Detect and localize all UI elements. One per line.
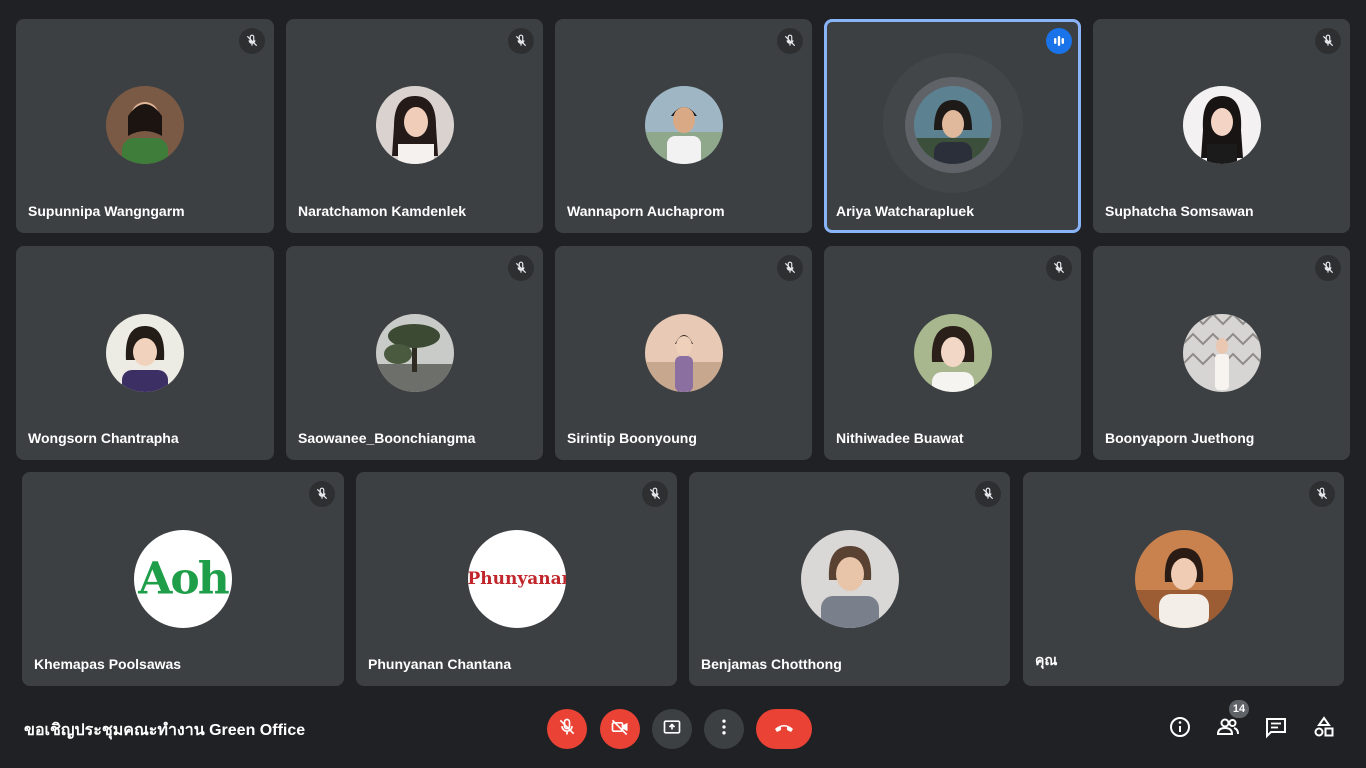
- mic-muted-icon: [975, 481, 1001, 507]
- activities-button[interactable]: [1308, 713, 1340, 745]
- mic-muted-icon: [508, 255, 534, 281]
- mic-muted-icon: [1315, 255, 1341, 281]
- present-screen-icon: [662, 717, 682, 742]
- participant-tile-active-speaker[interactable]: Ariya Watcharapluek: [824, 19, 1081, 233]
- avatar: [913, 86, 992, 164]
- avatar: [1134, 530, 1233, 628]
- end-call-button[interactable]: [756, 709, 812, 749]
- mic-muted-icon: [642, 481, 668, 507]
- participant-name: Naratchamon Kamdenlek: [298, 203, 467, 219]
- mic-muted-icon: [508, 28, 534, 54]
- present-screen-button[interactable]: [652, 709, 692, 749]
- mic-muted-icon: [777, 255, 803, 281]
- avatar: Phunyanan: [467, 530, 566, 628]
- participant-tile[interactable]: Wongsorn Chantrapha: [16, 246, 274, 460]
- participant-name: Ariya Watcharapluek: [836, 203, 974, 219]
- participant-name: Benjamas Chotthong: [701, 656, 842, 672]
- participant-name: Khemapas Poolsawas: [34, 656, 182, 672]
- participant-name: Phunyanan Chantana: [368, 656, 512, 672]
- speaking-indicator-icon: [1046, 28, 1072, 54]
- mic-muted-icon: [309, 481, 335, 507]
- participant-tile[interactable]: Nithiwadee Buawat: [824, 246, 1081, 460]
- mic-muted-icon: [1309, 481, 1335, 507]
- meeting-title: ขอเชิญประชุมคณะทำงาน Green Office: [24, 722, 306, 739]
- participant-tile[interactable]: Suphatcha Somsawan: [1093, 19, 1350, 233]
- avatar: [106, 86, 184, 164]
- participant-name: Supunnipa Wangngarm: [28, 203, 185, 219]
- avatar: Aoh: [134, 530, 232, 628]
- participant-name: Saowanee_Boonchiangma: [298, 430, 476, 446]
- more-options-icon: [714, 717, 734, 742]
- mic-muted-icon: [1315, 28, 1341, 54]
- participant-name: Wannaporn Auchaprom: [567, 203, 725, 219]
- mic-muted-icon: [239, 28, 265, 54]
- mic-toggle-button[interactable]: [547, 709, 587, 749]
- participant-name: คุณ: [1035, 652, 1058, 668]
- avatar: [1182, 314, 1261, 392]
- participant-tile[interactable]: Supunnipa Wangngarm: [16, 19, 274, 233]
- meeting-details-button[interactable]: [1164, 713, 1196, 745]
- avatar: [913, 314, 992, 392]
- info-icon: [1168, 715, 1192, 744]
- participant-name: Suphatcha Somsawan: [1105, 203, 1254, 219]
- chat-icon: [1264, 715, 1288, 744]
- participant-tile-self[interactable]: คุณ: [1023, 472, 1344, 686]
- chat-button[interactable]: [1260, 713, 1292, 745]
- participant-tile[interactable]: Aoh Khemapas Poolsawas: [22, 472, 344, 686]
- participant-tile[interactable]: Benjamas Chotthong: [689, 472, 1010, 686]
- participant-tile[interactable]: Saowanee_Boonchiangma: [286, 246, 543, 460]
- participant-name: Wongsorn Chantrapha: [28, 430, 179, 446]
- participant-tile[interactable]: Boonyaporn Juethong: [1093, 246, 1350, 460]
- avatar: [106, 314, 184, 392]
- mic-muted-icon: [1046, 255, 1072, 281]
- avatar: [644, 314, 723, 392]
- people-icon: [1216, 715, 1240, 744]
- avatar: [1182, 86, 1261, 164]
- activities-icon: [1312, 715, 1336, 744]
- avatar: [375, 86, 454, 164]
- participant-name: Boonyaporn Juethong: [1105, 430, 1255, 446]
- more-options-button[interactable]: [704, 709, 744, 749]
- avatar: [800, 530, 899, 628]
- mic-muted-icon: [777, 28, 803, 54]
- avatar: [375, 314, 454, 392]
- participant-count-badge: 14: [1229, 700, 1249, 718]
- camera-toggle-button[interactable]: [600, 709, 640, 749]
- participant-name: Nithiwadee Buawat: [836, 430, 964, 446]
- participant-tile[interactable]: Phunyanan Phunyanan Chantana: [356, 472, 677, 686]
- camera-off-icon: [610, 717, 630, 742]
- end-call-icon: [772, 715, 796, 744]
- participant-tile[interactable]: Naratchamon Kamdenlek: [286, 19, 543, 233]
- participant-name: Sirintip Boonyoung: [567, 430, 697, 446]
- participant-tile[interactable]: Sirintip Boonyoung: [555, 246, 812, 460]
- avatar: [644, 86, 723, 164]
- mic-off-icon: [557, 717, 577, 742]
- participant-tile[interactable]: Wannaporn Auchaprom: [555, 19, 812, 233]
